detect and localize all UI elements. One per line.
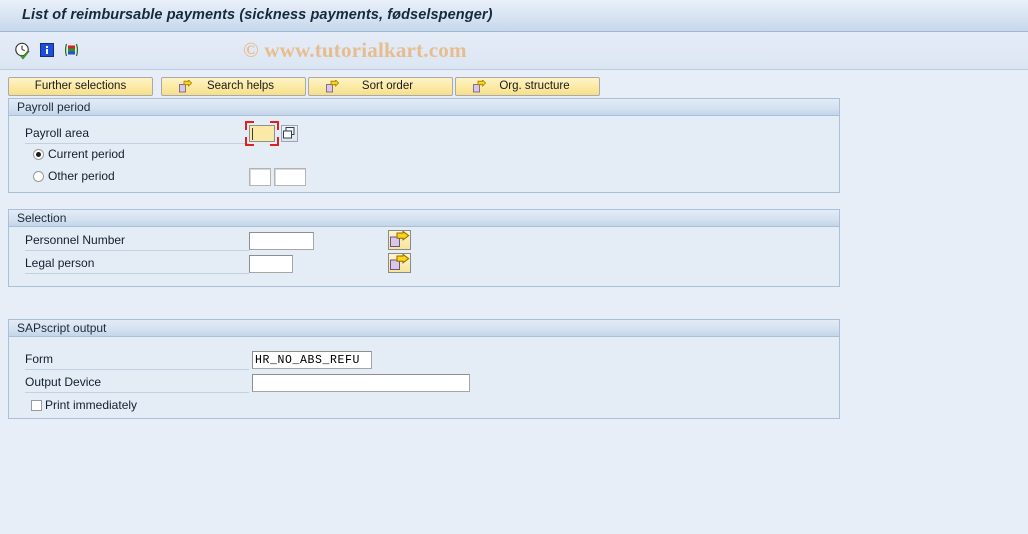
print-immediately-label: Print immediately bbox=[45, 398, 138, 412]
other-period-radio[interactable]: Other period bbox=[33, 169, 115, 183]
selection-group: Selection Personnel Number Legal person bbox=[8, 209, 840, 287]
radio-indicator bbox=[33, 170, 44, 182]
field-leader-line bbox=[25, 369, 249, 370]
field-leader-line bbox=[25, 392, 249, 393]
sort-order-button[interactable]: Sort order bbox=[308, 77, 453, 96]
radio-indicator bbox=[33, 148, 44, 160]
search-helps-button[interactable]: Search helps bbox=[161, 77, 306, 96]
personnel-number-label: Personnel Number bbox=[25, 233, 126, 247]
org-structure-label: Org. structure bbox=[499, 80, 570, 92]
sort-order-label: Sort order bbox=[361, 80, 414, 92]
form-field[interactable] bbox=[252, 351, 372, 369]
search-helps-label: Search helps bbox=[206, 80, 275, 92]
arrow-right-icon bbox=[165, 79, 193, 93]
field-leader-line bbox=[25, 273, 249, 274]
personnel-number-field[interactable] bbox=[249, 232, 314, 250]
payroll-area-label: Payroll area bbox=[25, 126, 90, 140]
legal-person-field[interactable] bbox=[249, 255, 293, 273]
payroll-period-group-body: Payroll area Current period Other period bbox=[9, 117, 839, 192]
sapscript-output-group-header: SAPscript output bbox=[9, 320, 839, 337]
other-period-label: Other period bbox=[48, 169, 115, 183]
sapscript-output-title: SAPscript output bbox=[17, 321, 107, 335]
sapscript-output-group: SAPscript output Form Output Device Prin… bbox=[8, 319, 840, 419]
selection-group-body: Personnel Number Legal person bbox=[9, 228, 839, 286]
payroll-period-group-header: Payroll period bbox=[9, 99, 839, 116]
legal-person-multiple-selection-button[interactable] bbox=[388, 253, 411, 273]
execute-clock-icon[interactable] bbox=[13, 41, 33, 61]
other-period-number-input[interactable] bbox=[249, 168, 271, 186]
field-leader-line bbox=[25, 143, 249, 144]
selection-group-header: Selection bbox=[9, 210, 839, 227]
current-period-radio[interactable]: Current period bbox=[33, 147, 125, 161]
text-caret bbox=[252, 128, 253, 140]
info-icon[interactable] bbox=[38, 41, 58, 61]
org-structure-button[interactable]: Org. structure bbox=[455, 77, 600, 96]
payroll-period-title: Payroll period bbox=[17, 100, 91, 114]
checkbox-indicator bbox=[31, 399, 42, 411]
field-leader-line bbox=[25, 250, 249, 251]
personnel-number-multiple-selection-button[interactable] bbox=[388, 230, 411, 250]
sapscript-output-group-body: Form Output Device Print immediately bbox=[9, 338, 839, 418]
output-device-label: Output Device bbox=[25, 375, 102, 389]
payroll-area-input[interactable] bbox=[249, 125, 275, 142]
current-period-label: Current period bbox=[48, 147, 125, 161]
application-toolbar bbox=[0, 32, 1028, 70]
variant-icon[interactable] bbox=[62, 41, 82, 61]
window-title-bar: List of reimbursable payments (sickness … bbox=[0, 0, 1028, 32]
selection-title: Selection bbox=[17, 211, 67, 225]
print-immediately-checkbox[interactable]: Print immediately bbox=[31, 398, 137, 412]
arrow-right-icon bbox=[312, 79, 340, 93]
other-period-year-input[interactable] bbox=[274, 168, 306, 186]
arrow-right-icon bbox=[459, 79, 487, 93]
legal-person-label: Legal person bbox=[25, 256, 95, 270]
form-label: Form bbox=[25, 352, 53, 366]
page-title: List of reimbursable payments (sickness … bbox=[22, 7, 493, 23]
output-device-field[interactable] bbox=[252, 374, 470, 392]
matchcode-icon[interactable] bbox=[281, 125, 298, 142]
payroll-period-group: Payroll period Payroll area Current peri… bbox=[8, 98, 840, 193]
sap-selection-screen: List of reimbursable payments (sickness … bbox=[0, 0, 1028, 534]
further-selections-button[interactable]: Further selections bbox=[8, 77, 153, 96]
